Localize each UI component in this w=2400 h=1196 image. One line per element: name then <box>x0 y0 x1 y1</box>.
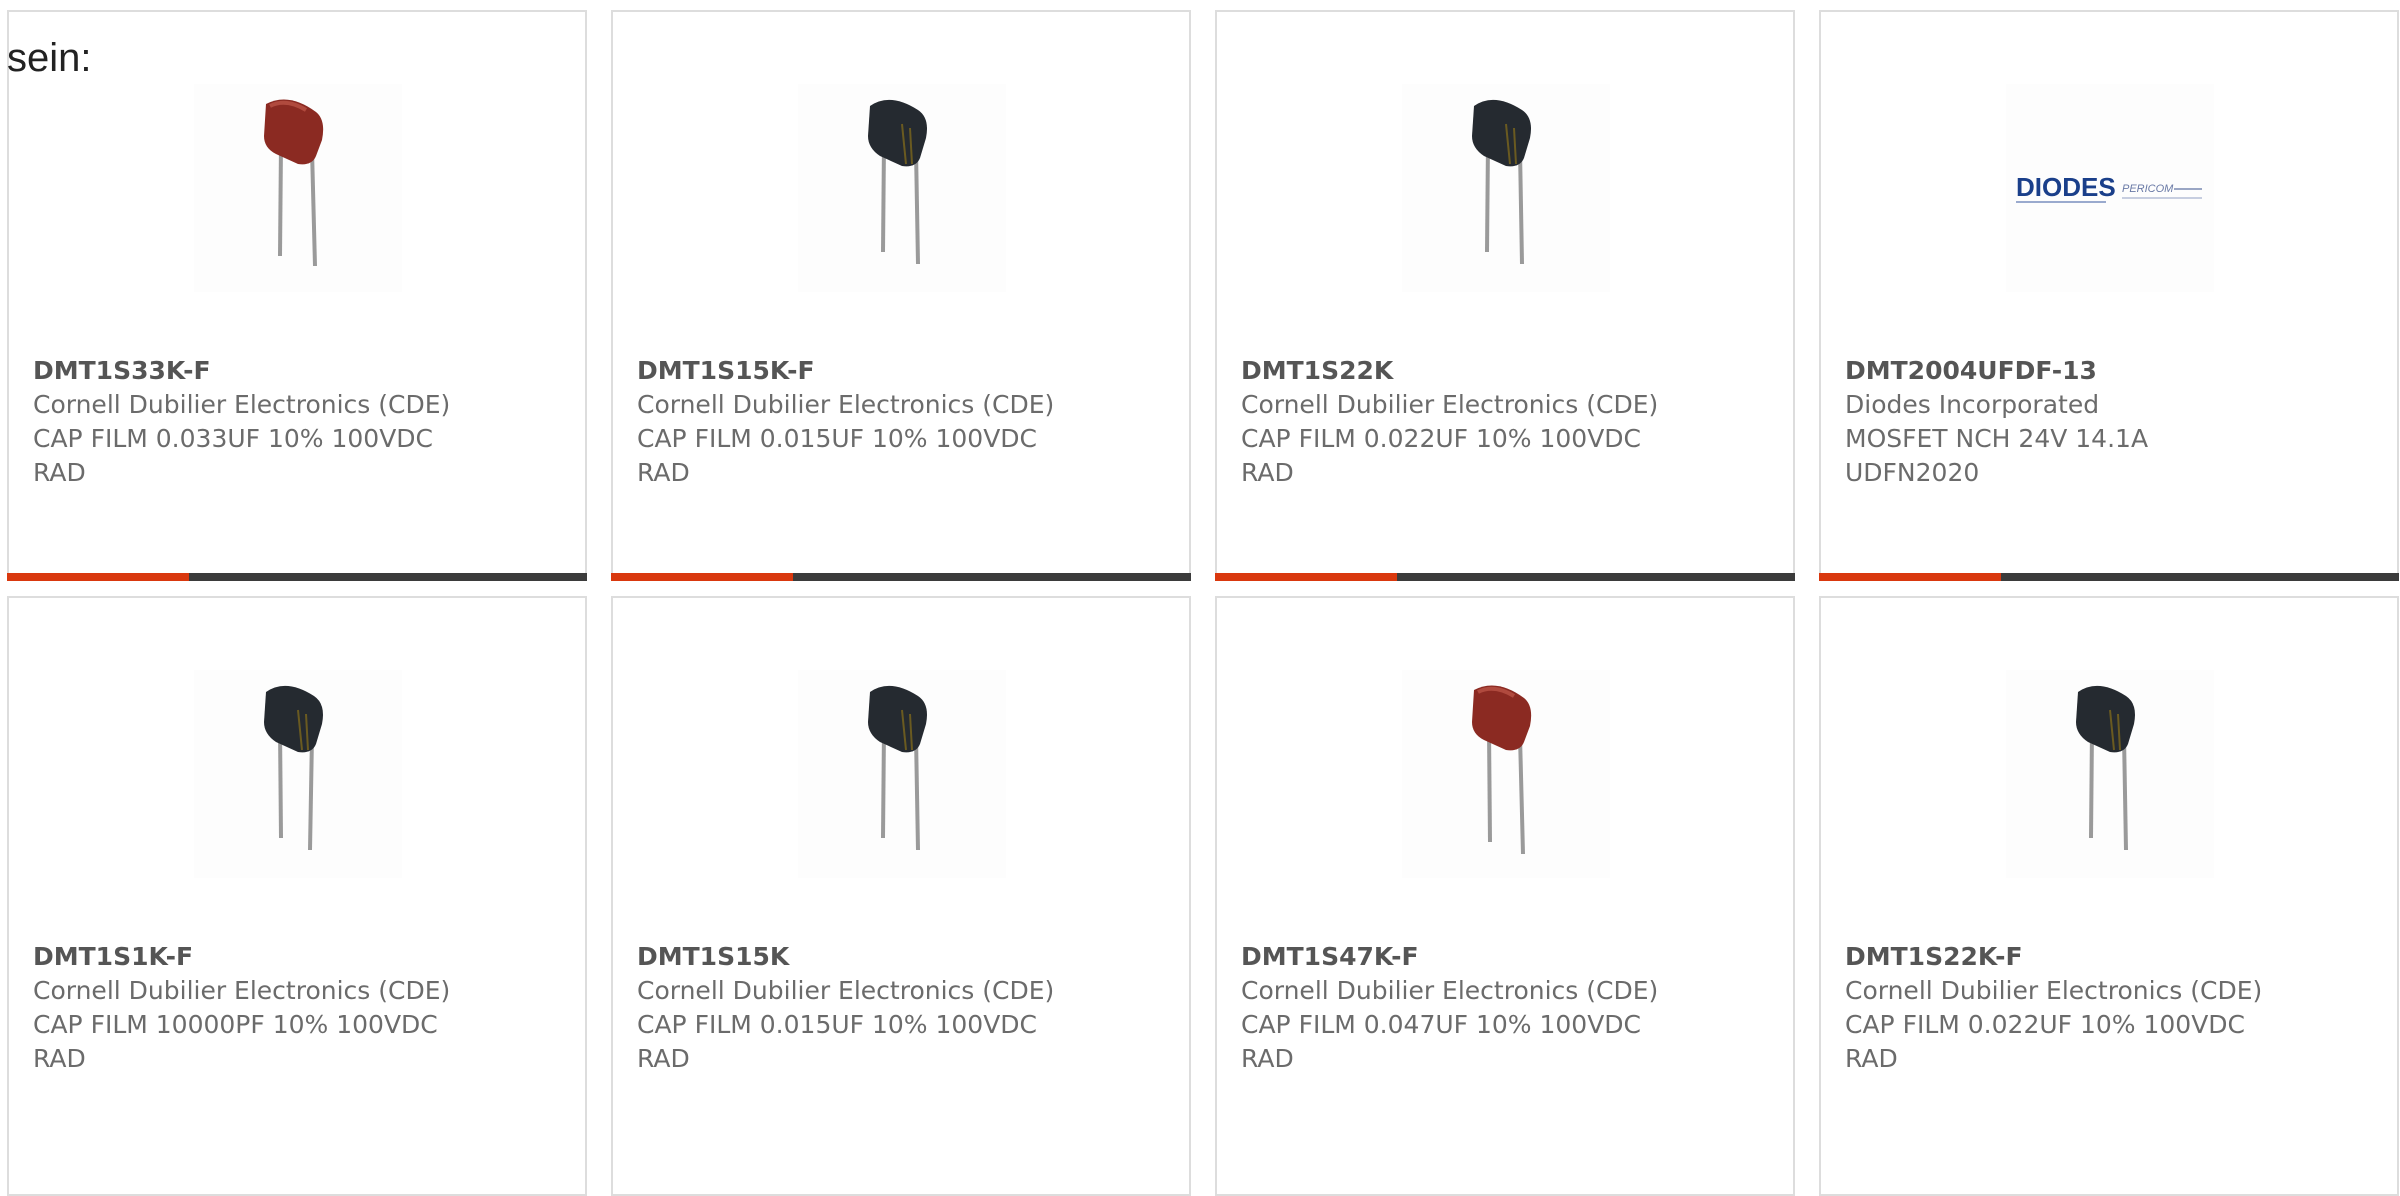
description: CAP FILM 0.015UF 10% 100VDC <box>637 1010 1038 1039</box>
intro-text: sein: <box>7 36 92 80</box>
manufacturer: Cornell Dubilier Electronics (CDE) <box>33 390 451 419</box>
product-info: DMT1S33K-F Cornell Dubilier Electronics … <box>33 354 565 490</box>
product-image[interactable] <box>798 670 1006 878</box>
part-number[interactable]: DMT1S22K-F <box>1845 940 2377 974</box>
package: RAD <box>1241 458 1294 487</box>
product-image[interactable]: DIODES PERICOM <box>2006 84 2214 292</box>
product-card[interactable]: DMT1S33K-F Cornell Dubilier Electronics … <box>7 10 587 581</box>
card-accent <box>7 573 189 581</box>
diodes-logo: DIODES PERICOM <box>2016 172 2202 203</box>
manufacturer: Cornell Dubilier Electronics (CDE) <box>1241 390 1659 419</box>
manufacturer: Cornell Dubilier Electronics (CDE) <box>637 390 1055 419</box>
card-bottom-bar <box>7 573 587 581</box>
product-image[interactable] <box>2006 670 2214 878</box>
description: CAP FILM 0.022UF 10% 100VDC <box>1845 1010 2246 1039</box>
product-card[interactable]: DMT1S15K Cornell Dubilier Electronics (C… <box>611 596 1191 1196</box>
black-film-capacitor-icon <box>868 685 927 851</box>
description: MOSFET NCH 24V 14.1A <box>1845 424 2149 453</box>
description: CAP FILM 10000PF 10% 100VDC <box>33 1010 438 1039</box>
description: CAP FILM 0.015UF 10% 100VDC <box>637 424 1038 453</box>
part-number[interactable]: DMT1S33K-F <box>33 354 565 388</box>
manufacturer: Cornell Dubilier Electronics (CDE) <box>1241 976 1659 1005</box>
part-number[interactable]: DMT1S15K <box>637 940 1169 974</box>
card-bottom-bar <box>1215 573 1795 581</box>
product-card[interactable]: DIODES PERICOM DMT2004UFDF-13 Diodes Inc… <box>1819 10 2399 581</box>
card-bottom-bar <box>1819 573 2399 581</box>
product-image[interactable] <box>1402 84 1610 292</box>
svg-text:PERICOM: PERICOM <box>2122 183 2174 195</box>
product-image[interactable] <box>798 84 1006 292</box>
black-film-capacitor-icon <box>868 99 927 265</box>
description: CAP FILM 0.033UF 10% 100VDC <box>33 424 434 453</box>
part-number[interactable]: DMT1S47K-F <box>1241 940 1773 974</box>
manufacturer: Diodes Incorporated <box>1845 390 2100 419</box>
description: CAP FILM 0.022UF 10% 100VDC <box>1241 424 1642 453</box>
package: UDFN2020 <box>1845 458 1980 487</box>
product-info: DMT1S15K Cornell Dubilier Electronics (C… <box>637 940 1169 1076</box>
card-accent <box>1819 573 2001 581</box>
product-info: DMT2004UFDF-13 Diodes Incorporated MOSFE… <box>1845 354 2377 490</box>
black-film-capacitor-icon <box>264 685 323 851</box>
black-film-capacitor-icon <box>2076 685 2135 851</box>
product-card[interactable]: DMT1S15K-F Cornell Dubilier Electronics … <box>611 10 1191 581</box>
product-card[interactable]: DMT1S1K-F Cornell Dubilier Electronics (… <box>7 596 587 1196</box>
product-card[interactable]: DMT1S47K-F Cornell Dubilier Electronics … <box>1215 596 1795 1196</box>
product-card[interactable]: DMT1S22K-F Cornell Dubilier Electronics … <box>1819 596 2399 1196</box>
product-info: DMT1S15K-F Cornell Dubilier Electronics … <box>637 354 1169 490</box>
part-number[interactable]: DMT1S1K-F <box>33 940 565 974</box>
package: RAD <box>1845 1044 1898 1073</box>
package: RAD <box>33 1044 86 1073</box>
manufacturer: Cornell Dubilier Electronics (CDE) <box>33 976 451 1005</box>
red-film-capacitor-icon <box>264 99 324 267</box>
product-info: DMT1S1K-F Cornell Dubilier Electronics (… <box>33 940 565 1076</box>
manufacturer: Cornell Dubilier Electronics (CDE) <box>637 976 1055 1005</box>
card-accent <box>611 573 793 581</box>
product-image[interactable] <box>194 84 402 292</box>
part-number[interactable]: DMT1S22K <box>1241 354 1773 388</box>
part-number[interactable]: DMT2004UFDF-13 <box>1845 354 2377 388</box>
product-info: DMT1S22K Cornell Dubilier Electronics (C… <box>1241 354 1773 490</box>
manufacturer: Cornell Dubilier Electronics (CDE) <box>1845 976 2263 1005</box>
description: CAP FILM 0.047UF 10% 100VDC <box>1241 1010 1642 1039</box>
product-info: DMT1S47K-F Cornell Dubilier Electronics … <box>1241 940 1773 1076</box>
package: RAD <box>1241 1044 1294 1073</box>
card-accent <box>1215 573 1397 581</box>
product-image[interactable] <box>1402 670 1610 878</box>
card-bottom-bar <box>611 573 1191 581</box>
product-image[interactable] <box>194 670 402 878</box>
black-film-capacitor-icon <box>1472 99 1531 265</box>
package: RAD <box>33 458 86 487</box>
svg-text:DIODES: DIODES <box>2016 172 2116 202</box>
product-info: DMT1S22K-F Cornell Dubilier Electronics … <box>1845 940 2377 1076</box>
product-grid: DMT1S33K-F Cornell Dubilier Electronics … <box>7 10 2400 1196</box>
part-number[interactable]: DMT1S15K-F <box>637 354 1169 388</box>
red-film-capacitor-icon <box>1472 685 1532 855</box>
package: RAD <box>637 458 690 487</box>
package: RAD <box>637 1044 690 1073</box>
product-card[interactable]: DMT1S22K Cornell Dubilier Electronics (C… <box>1215 10 1795 581</box>
